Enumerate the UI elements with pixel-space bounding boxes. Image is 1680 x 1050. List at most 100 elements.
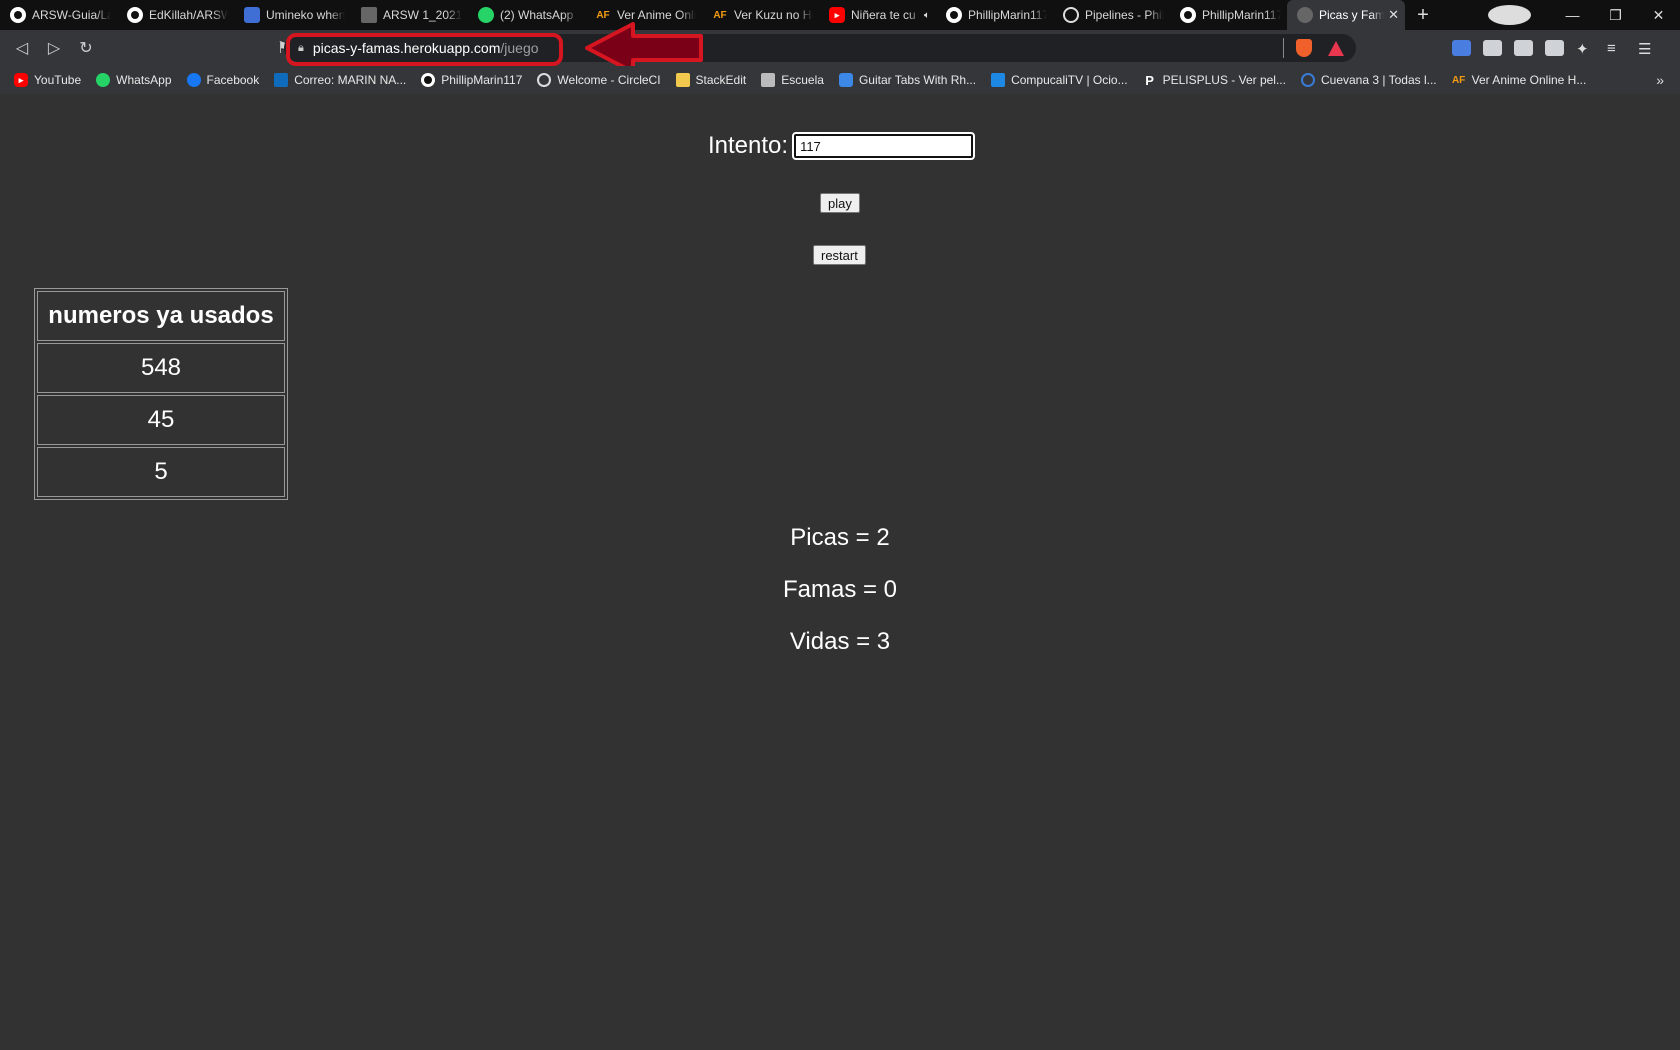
page-content: Intento: play restart numeros ya usados …: [0, 94, 1680, 1050]
extension-icon[interactable]: [1483, 40, 1502, 56]
pelisplus-icon: P: [1145, 72, 1154, 88]
brave-rewards-icon[interactable]: [1328, 40, 1344, 56]
table-header: numeros ya usados: [37, 291, 285, 341]
github-icon: [1180, 7, 1196, 23]
bookmark-item[interactable]: CompucaliTV | Ocio...: [991, 73, 1128, 87]
play-button[interactable]: play: [820, 193, 860, 213]
used-number-cell: 5: [37, 447, 285, 497]
brave-shields-icon[interactable]: [1296, 39, 1312, 57]
bookmark-item[interactable]: ▸ YouTube: [14, 73, 81, 87]
github-icon: [946, 7, 962, 23]
tab-title: PhillipMarin117: [1202, 8, 1281, 22]
youtube-icon: ▸: [829, 7, 845, 23]
reload-icon[interactable]: ↻: [70, 34, 102, 62]
puzzle-icon[interactable]: ✦: [1576, 40, 1595, 58]
browser-tab[interactable]: PhillipMarin117: [1170, 0, 1287, 30]
back-icon[interactable]: ◁: [6, 34, 38, 62]
bookmarks-bar: ▸ YouTube WhatsApp Facebook Correo: MARIN NA…: [0, 66, 1680, 94]
document-icon: [361, 7, 377, 23]
forward-icon[interactable]: ▷: [38, 34, 70, 62]
youtube-icon: ▸: [14, 73, 28, 87]
whatsapp-icon: [478, 7, 494, 23]
close-tab-icon[interactable]: ✕: [1388, 7, 1399, 23]
bookmark-label: CompucaliTV | Ocio...: [1011, 73, 1128, 87]
extension-icon[interactable]: [1545, 40, 1564, 56]
bookmark-label: Ver Anime Online H...: [1471, 73, 1587, 87]
minimize-icon[interactable]: —: [1551, 7, 1594, 23]
tab-title: Pipelines - Phill: [1085, 8, 1164, 22]
bookmark-item[interactable]: WhatsApp: [96, 73, 172, 87]
browser-tab[interactable]: PhillipMarin117: [936, 0, 1053, 30]
bookmark-item[interactable]: Cuevana 3 | Todas l...: [1300, 73, 1437, 87]
used-numbers-table: numeros ya usados 548 45 5: [34, 288, 288, 500]
bookmark-label: Correo: MARIN NA...: [294, 73, 407, 87]
facebook-icon: [186, 73, 201, 87]
bookmark-item[interactable]: AF Ver Anime Online H...: [1451, 73, 1587, 87]
bookmark-item[interactable]: Escuela: [761, 73, 824, 87]
outlook-icon: [274, 73, 289, 87]
tab-title: ARSW 1_2021-I: [383, 8, 462, 22]
bookmark-label: StackEdit: [695, 73, 747, 87]
umineko-icon: [244, 7, 260, 23]
browser-toolbar: ◁ ▷ ↻ ⚑ 🔒︎ picas-y-famas.herokuapp.com/j…: [0, 30, 1680, 66]
bookmark-label: WhatsApp: [116, 73, 172, 87]
browser-tab[interactable]: Picas y Fam ✕: [1287, 0, 1405, 30]
bookmark-label: YouTube: [34, 73, 82, 87]
bookmark-item[interactable]: Welcome - CircleCI: [537, 73, 661, 87]
tab-title: EdKillah/ARSW: [149, 8, 228, 22]
bookmark-item[interactable]: StackEdit: [675, 73, 747, 87]
tab-search-icon[interactable]: ▾: [1488, 5, 1531, 25]
browser-tab[interactable]: AF Ver Kuzu no Ho: [702, 0, 819, 30]
famas-result: Famas = 0: [782, 576, 898, 603]
menu-icon[interactable]: ☰: [1638, 40, 1657, 58]
bookmark-item[interactable]: Guitar Tabs With Rh...: [838, 73, 976, 87]
animeflv-icon: AF: [596, 9, 610, 21]
used-number-cell: 45: [37, 395, 285, 445]
restart-button[interactable]: restart: [813, 245, 866, 265]
intento-row: Intento:: [708, 132, 976, 160]
table-row: 45: [37, 395, 285, 445]
translate-extension-icon[interactable]: [1452, 40, 1471, 56]
brave-icons: [1296, 30, 1344, 66]
animeflv-icon: AF: [1451, 74, 1466, 86]
intento-input[interactable]: [792, 132, 976, 160]
whatsapp-icon: [96, 73, 111, 87]
globe-icon: [1297, 7, 1313, 23]
intento-label: Intento:: [708, 132, 789, 159]
browser-tab[interactable]: EdKillah/ARSW: [117, 0, 234, 30]
picas-result: Picas = 2: [790, 524, 890, 551]
bookmark-item[interactable]: Facebook: [186, 73, 260, 87]
tab-strip: ARSW-Guia/Lab EdKillah/ARSW Umineko when AR…: [0, 0, 1680, 30]
bookmark-label: Facebook: [206, 73, 260, 87]
animeflv-icon: AF: [713, 9, 727, 21]
bookmark-item[interactable]: PhillipMarin117: [421, 73, 522, 87]
playlist-icon[interactable]: ≡: [1607, 40, 1626, 57]
browser-tab[interactable]: Umineko when: [234, 0, 351, 30]
restore-icon[interactable]: ❐: [1594, 7, 1637, 24]
close-window-icon[interactable]: ✕: [1637, 7, 1680, 24]
tv-icon: [991, 73, 1006, 87]
tab-title: Niñera te cu: [851, 8, 916, 22]
browser-tab[interactable]: Pipelines - Phill: [1053, 0, 1170, 30]
browser-tab[interactable]: (2) WhatsApp: [468, 0, 585, 30]
bookmark-item[interactable]: Correo: MARIN NA...: [274, 73, 406, 87]
bookmark-label: Cuevana 3 | Todas l...: [1320, 73, 1437, 87]
cuevana-icon: [1300, 73, 1315, 87]
table-row: 548: [37, 343, 285, 393]
window-controls: ▾ — ❐ ✕: [1488, 0, 1680, 30]
browser-tab[interactable]: ARSW-Guia/Lab: [0, 0, 117, 30]
tab-title: PhillipMarin117: [968, 8, 1047, 22]
browser-tab[interactable]: ARSW 1_2021-I: [351, 0, 468, 30]
speaker-icon[interactable]: 🔈︎: [924, 10, 930, 21]
more-bookmarks-icon[interactable]: »: [1656, 72, 1664, 88]
extension-icon[interactable]: [1514, 40, 1533, 56]
bookmark-item[interactable]: P PELISPLUS - Ver pel...: [1143, 72, 1286, 88]
bookmark-label: Escuela: [781, 73, 824, 87]
extensions-area: ✦ ≡ ☰: [1452, 30, 1657, 66]
bookmarks-list: ▸ YouTube WhatsApp Facebook Correo: MARIN NA…: [14, 72, 1601, 88]
escuela-icon: [761, 73, 776, 87]
new-tab-button[interactable]: +: [1405, 0, 1441, 30]
vidas-result: Vidas = 3: [789, 628, 891, 655]
browser-tab[interactable]: ▸ Niñera te cu 🔈︎: [819, 0, 936, 30]
tab-title: ARSW-Guia/Lab: [32, 8, 111, 22]
